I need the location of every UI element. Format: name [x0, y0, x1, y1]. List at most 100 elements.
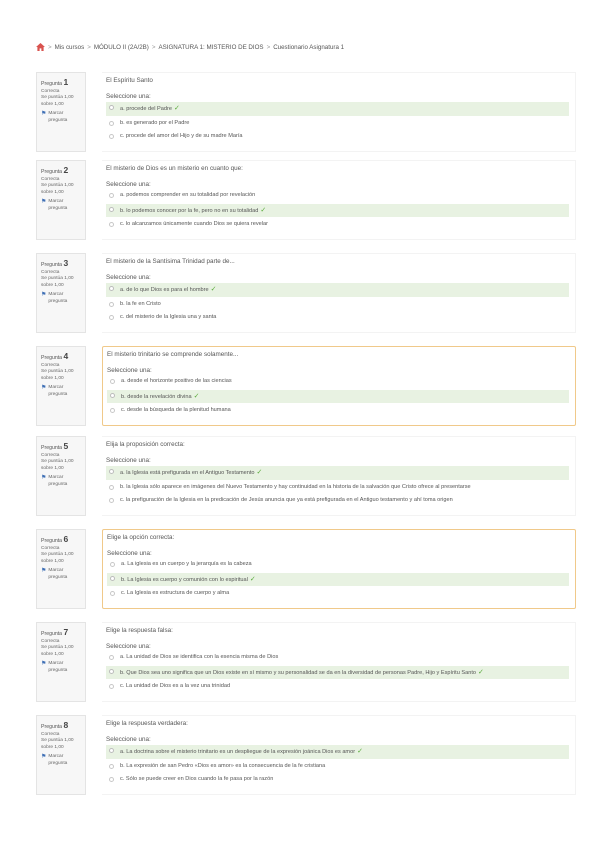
answer-option[interactable]: a. la Iglesia está prefigurada en el Ant…: [106, 466, 569, 480]
radio-button[interactable]: [109, 684, 114, 690]
breadcrumb-module[interactable]: MÓDULO II (2A/2B): [94, 44, 149, 51]
breadcrumb-quiz[interactable]: Cuestionario Asignatura 1: [273, 44, 344, 51]
answer-text: a. la Iglesia está prefigurada en el Ant…: [120, 469, 263, 476]
select-one-prompt: Seleccione una:: [106, 457, 151, 464]
flag-label: Marcar pregunta: [48, 111, 68, 124]
radio-button[interactable]: [109, 668, 114, 674]
radio-button[interactable]: [109, 105, 114, 110]
answer-option[interactable]: c. lo alcanzamos únicamente cuando Dios …: [106, 219, 569, 231]
radio-button[interactable]: [109, 193, 114, 198]
radio-button[interactable]: [109, 498, 114, 504]
flag-question-button[interactable]: ⚑ Marcar pregunta: [41, 385, 81, 399]
flag-question-button[interactable]: ⚑ Marcar pregunta: [41, 475, 81, 489]
radio-button[interactable]: [109, 777, 114, 783]
question-grade: Se puntúa 1,00 sobre 1,00: [41, 552, 74, 565]
home-icon[interactable]: [36, 43, 45, 51]
radio-button[interactable]: [109, 206, 114, 212]
radio-button[interactable]: [109, 222, 114, 228]
radio-button[interactable]: [110, 408, 115, 414]
answer-option[interactable]: c. desde la búsqueda de la plenitud huma…: [107, 405, 569, 417]
answer-option[interactable]: c. procede del amor del Hijo y de su mad…: [106, 131, 569, 143]
question-number: Pregunta 3: [41, 258, 69, 268]
flag-question-button[interactable]: ⚑ Marcar pregunta: [41, 568, 81, 582]
answer-text: a. procede del Padre ✓: [120, 105, 180, 112]
flag-icon: ⚑: [41, 754, 47, 761]
flag-question-button[interactable]: ⚑ Marcar pregunta: [41, 754, 81, 768]
breadcrumb-subject[interactable]: ASIGNATURA 1: MISTERIO DE DIOS: [158, 44, 263, 51]
question-info: Pregunta 1 Correcta Se puntúa 1,00 sobre 1…: [36, 72, 86, 152]
question-text: El misterio trinitario se comprende sola…: [107, 351, 239, 358]
answer-text: a. La doctrina sobre el misterio trinita…: [120, 748, 363, 755]
question-text: Elige la respuesta falsa:: [106, 627, 173, 634]
answer-option[interactable]: a. podemos comprender en su totalidad po…: [106, 190, 569, 202]
answer-option[interactable]: b. es generado por el Padre: [106, 118, 569, 130]
radio-button[interactable]: [109, 748, 114, 753]
answer-text: c. La unidad de Dios es a la vez una tri…: [120, 683, 231, 690]
question-number: Pregunta 5: [41, 441, 69, 451]
answer-option[interactable]: a. desde el horizonte positivo de las ci…: [107, 376, 569, 388]
question-text: El misterio de Dios es un misterio en cu…: [106, 165, 243, 172]
select-one-prompt: Seleccione una:: [106, 93, 151, 100]
question-info: Pregunta 6 Correcta Se puntúa 1,00 sobre 1…: [36, 529, 86, 609]
check-icon: ✓: [260, 206, 267, 214]
question-block: Pregunta 3 Correcta Se puntúa 1,00 sobre 1…: [36, 253, 576, 333]
radio-button[interactable]: [110, 392, 115, 398]
flag-question-button[interactable]: ⚑ Marcar pregunta: [41, 661, 81, 675]
question-block: Pregunta 6 Correcta Se puntúa 1,00 sobre 1…: [36, 529, 576, 609]
radio-button[interactable]: [110, 562, 115, 567]
answer-text: c. desde la búsqueda de la plenitud huma…: [121, 407, 231, 414]
flag-question-button[interactable]: ⚑ Marcar pregunta: [41, 292, 81, 306]
radio-button[interactable]: [109, 484, 114, 490]
breadcrumb-my-courses[interactable]: Mis cursos: [55, 44, 85, 51]
check-icon: ✓: [249, 575, 256, 583]
answer-text: a. de lo que Dios es para el hombre ✓: [120, 286, 217, 293]
radio-button[interactable]: [110, 575, 115, 581]
question-text: Elige la respuesta verdadera:: [106, 720, 188, 727]
answer-option[interactable]: b. la Iglesia sólo aparece en imágenes d…: [106, 482, 569, 494]
radio-button[interactable]: [109, 655, 114, 660]
answer-option[interactable]: b. desde la revelación divina ✓: [107, 389, 569, 404]
answer-option[interactable]: a. La unidad de Dios se identifica con l…: [106, 652, 569, 664]
question-content: Elige la opción correcta: Seleccione una:…: [102, 529, 576, 609]
answer-option[interactable]: c. La Iglesia es estructura de cuerpo y …: [107, 588, 569, 600]
answer-option[interactable]: c. del misterio de la Iglesia una y sant…: [106, 312, 569, 324]
answer-option[interactable]: b. La expresión de san Pedro «Dios es am…: [106, 761, 569, 773]
flag-icon: ⚑: [41, 111, 47, 118]
radio-button[interactable]: [109, 469, 114, 474]
question-number: Pregunta 2: [41, 165, 69, 175]
radio-button[interactable]: [109, 134, 114, 140]
radio-button[interactable]: [110, 591, 115, 597]
flag-icon: ⚑: [41, 475, 47, 482]
breadcrumb: > Mis cursos > MÓDULO II (2A/2B) > ASIGN…: [36, 43, 576, 51]
question-grade: Se puntúa 1,00 sobre 1,00: [41, 95, 74, 108]
answer-option[interactable]: a. La doctrina sobre el misterio trinita…: [106, 745, 569, 759]
radio-button[interactable]: [109, 315, 114, 321]
flag-question-button[interactable]: ⚑ Marcar pregunta: [41, 199, 81, 213]
radio-button[interactable]: [109, 301, 114, 307]
flag-question-button[interactable]: ⚑ Marcar pregunta: [41, 111, 81, 125]
radio-button[interactable]: [110, 379, 115, 384]
radio-button[interactable]: [109, 120, 114, 126]
breadcrumb-separator: >: [151, 43, 156, 51]
question-content: El misterio trinitario se comprende sola…: [102, 346, 576, 426]
answer-option[interactable]: b. lo podemos conocer por la fe, pero no…: [106, 203, 569, 218]
answer-option[interactable]: b. Que Dios sea uno significa que un Dio…: [106, 665, 569, 680]
answer-option[interactable]: a. La iglesia es un cuerpo y la jerarquí…: [107, 559, 569, 571]
answer-option[interactable]: b. la fe en Cristo: [106, 299, 569, 311]
question-grade: Se puntúa 1,00 sobre 1,00: [41, 738, 74, 751]
answer-text: b. la Iglesia sólo aparece en imágenes d…: [120, 483, 471, 490]
answer-text: b. lo podemos conocer por la fe, pero no…: [120, 206, 267, 214]
answer-option[interactable]: c. La unidad de Dios es a la vez una tri…: [106, 681, 569, 693]
radio-button[interactable]: [109, 286, 114, 291]
answer-option[interactable]: a. procede del Padre ✓: [106, 102, 569, 116]
answer-option[interactable]: c. la prefiguración de la Iglesia en la …: [106, 495, 569, 507]
question-block: Pregunta 4 Correcta Se puntúa 1,00 sobre 1…: [36, 346, 576, 426]
answer-option[interactable]: b. La Iglesia es cuerpo y comunión con l…: [107, 572, 569, 587]
radio-button[interactable]: [109, 763, 114, 769]
answer-option[interactable]: a. de lo que Dios es para el hombre ✓: [106, 283, 569, 297]
answer-option[interactable]: c. Sólo se puede creer en Dios cuando la…: [106, 774, 569, 786]
question-block: Pregunta 5 Correcta Se puntúa 1,00 sobre 1…: [36, 436, 576, 516]
question-text: El misterio de la Santísima Trinidad par…: [106, 258, 235, 265]
flag-label: Marcar pregunta: [48, 475, 68, 488]
check-icon: ✓: [478, 668, 484, 676]
